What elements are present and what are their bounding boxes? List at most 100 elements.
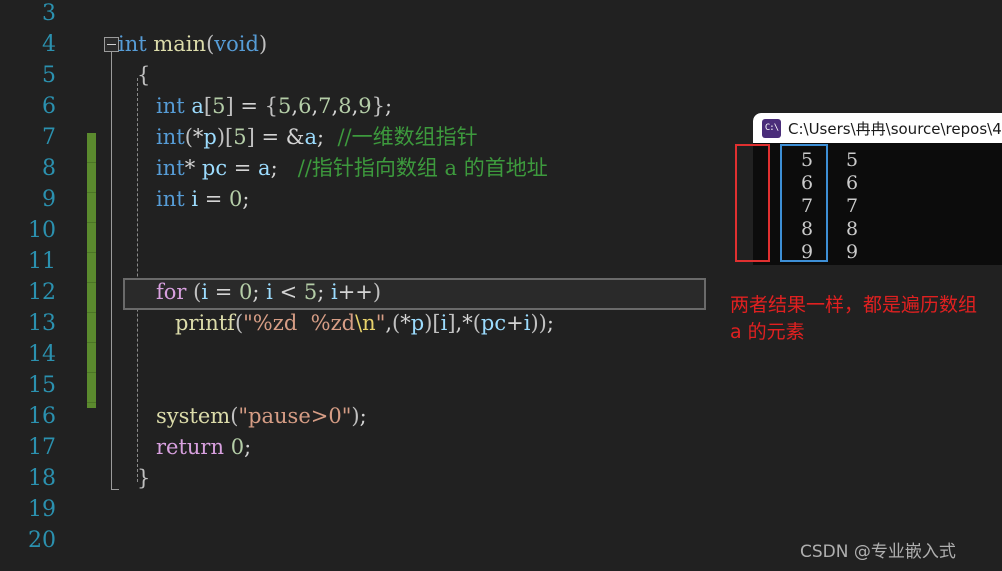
- code-token: *: [400, 311, 411, 335]
- code-token: for: [156, 280, 187, 304]
- code-token: p: [203, 125, 217, 149]
- console-output-column-right: 5 6 7 8 9: [846, 149, 859, 263]
- code-token: +: [506, 311, 524, 335]
- code-token: //一维数组指针: [337, 125, 478, 149]
- code-token: *: [192, 125, 204, 149]
- code-token: {: [264, 94, 279, 118]
- code-token: =: [208, 280, 240, 304]
- highlight-box-red: [735, 144, 770, 262]
- code-token: 0: [229, 187, 243, 211]
- code-token: }: [371, 94, 386, 118]
- code-token: ): [351, 404, 360, 428]
- code-token: ): [216, 125, 226, 149]
- code-token: ;: [317, 280, 331, 304]
- code-token: 9: [358, 94, 372, 118]
- code-token: ;: [270, 156, 278, 180]
- code-token: (: [472, 311, 481, 335]
- code-token: (: [184, 125, 193, 149]
- code-token: <: [272, 280, 304, 304]
- code-token: ]: [447, 311, 456, 335]
- code-token: [: [432, 311, 441, 335]
- code-line[interactable]: int* pc = a; //指针指向数组 a 的首地址: [156, 153, 548, 184]
- code-token: ): [530, 311, 539, 335]
- code-line[interactable]: return 0;: [156, 432, 251, 463]
- code-line[interactable]: int(*p)[5] = &a; //一维数组指针: [156, 122, 478, 153]
- code-token: int: [118, 32, 147, 56]
- code-token: ): [538, 311, 547, 335]
- code-token: ;: [546, 311, 554, 335]
- code-token: int: [156, 94, 185, 118]
- code-line[interactable]: for (i = 0; i < 5; i++): [156, 277, 381, 308]
- code-token: {: [137, 63, 151, 87]
- code-token: "%zd %zd: [243, 311, 356, 335]
- code-token: p: [410, 311, 425, 335]
- code-token: int: [156, 156, 185, 180]
- code-token: ]: [246, 125, 255, 149]
- code-token: = &: [254, 125, 305, 149]
- code-token: 5: [233, 125, 247, 149]
- highlight-box-blue: [780, 144, 828, 262]
- code-token: ;: [242, 187, 250, 211]
- cmd-icon-glyph: C:\: [764, 122, 779, 133]
- console-title-text: C:\Users\冉冉\source\repos\45: [788, 119, 1002, 138]
- code-token: ): [258, 32, 268, 56]
- watermark: CSDN @专业嵌入式: [800, 542, 956, 562]
- code-token: 6: [298, 94, 312, 118]
- code-token: void: [214, 32, 259, 56]
- code-token: }: [137, 466, 151, 490]
- screenshot-root: 3 4 5 6 7 8 9 10 11 12 13 14 15 16 17 18 19 20 int main(v…: [0, 0, 1002, 571]
- code-token: ;: [252, 280, 267, 304]
- code-token: printf: [175, 311, 235, 335]
- code-token: a: [191, 94, 204, 118]
- code-line[interactable]: system("pause>0");: [156, 401, 367, 432]
- code-token: =: [198, 187, 230, 211]
- code-token: "pause>0": [238, 404, 352, 428]
- code-token: ;: [244, 435, 252, 459]
- code-token: =: [227, 156, 259, 180]
- code-token: i: [266, 280, 273, 304]
- code-token: pc: [201, 156, 228, 180]
- annotation-text: 两者结果一样，都是遍历数组 a 的元素: [730, 294, 978, 343]
- code-token: ): [372, 280, 382, 304]
- code-line[interactable]: {: [137, 60, 150, 91]
- code-token: =: [233, 94, 265, 118]
- code-token: *: [184, 156, 202, 180]
- code-line[interactable]: int a[5] = {5,6,7,8,9};: [156, 91, 392, 122]
- code-token: 0: [230, 435, 245, 459]
- code-token: pc: [480, 311, 507, 335]
- code-token: system: [156, 404, 231, 428]
- code-token: 8: [338, 94, 352, 118]
- code-token: 0: [239, 280, 253, 304]
- code-token: 5: [212, 94, 226, 118]
- code-token: int: [156, 187, 185, 211]
- code-editor-area[interactable]: int main(void){int a[5] = {5,6,7,8,9}; in…: [0, 0, 760, 571]
- code-token: (: [234, 311, 244, 335]
- code-token: ;: [359, 404, 367, 428]
- code-token: 5: [303, 280, 318, 304]
- code-token: \n: [355, 311, 376, 335]
- code-token: //指针指向数组 a 的首地址: [297, 156, 548, 180]
- code-line[interactable]: int main(void): [118, 29, 267, 60]
- code-token: return: [156, 435, 224, 459]
- code-token: a: [304, 125, 317, 149]
- code-token: 5: [278, 94, 292, 118]
- code-token: i: [330, 280, 338, 304]
- code-line[interactable]: printf("%zd %zd\n",(*p)[i],*(pc+i));: [175, 308, 554, 339]
- code-token: a: [258, 156, 271, 180]
- code-token: int: [156, 125, 185, 149]
- code-token: ++: [337, 280, 373, 304]
- console-title-bar[interactable]: C:\ C:\Users\冉冉\source\repos\45: [753, 113, 1002, 143]
- code-token: ]: [225, 94, 234, 118]
- code-line[interactable]: }: [137, 463, 150, 494]
- code-token: ,*: [455, 311, 473, 335]
- code-token: ": [375, 311, 386, 335]
- code-token: [: [203, 94, 213, 118]
- code-line[interactable]: int i = 0;: [156, 184, 250, 215]
- code-token: ;: [385, 94, 393, 118]
- code-token: main: [153, 32, 207, 56]
- cmd-console-icon: C:\: [762, 118, 781, 138]
- code-token: 7: [318, 94, 332, 118]
